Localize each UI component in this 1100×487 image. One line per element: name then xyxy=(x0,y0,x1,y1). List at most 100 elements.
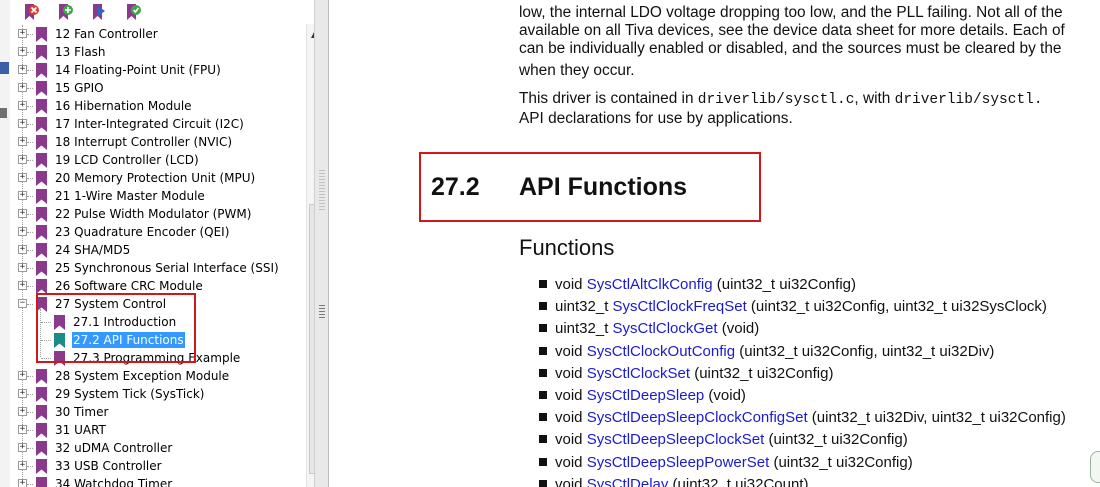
bookmark-label: 34 Watchdog Timer xyxy=(55,477,173,487)
bookmark-item[interactable]: +21 1-Wire Master Module xyxy=(10,187,300,205)
bookmark-item[interactable]: +13 Flash xyxy=(10,43,300,61)
expand-icon[interactable]: + xyxy=(18,47,27,56)
function-args: (uint32_t ui32Config) xyxy=(764,431,908,448)
expand-icon[interactable]: + xyxy=(18,389,27,398)
tree-connector-line xyxy=(27,52,33,53)
tree-connector-line xyxy=(27,124,33,125)
expand-icon[interactable]: + xyxy=(18,371,27,380)
expand-icon[interactable]: + xyxy=(18,29,27,38)
bullet-square-icon xyxy=(539,324,547,332)
function-link[interactable]: SysCtlAltClkConfig xyxy=(587,276,713,293)
floating-widget-icon[interactable] xyxy=(1090,451,1100,483)
function-link[interactable]: SysCtlClockOutConfig xyxy=(587,343,735,360)
bookmark-item[interactable]: +34 Watchdog Timer xyxy=(10,475,300,487)
expand-icon[interactable]: + xyxy=(18,245,27,254)
comments-panel-icon[interactable] xyxy=(0,108,7,118)
function-link[interactable]: SysCtlDeepSleep xyxy=(587,387,705,404)
bookmark-item[interactable]: +30 Timer xyxy=(10,403,300,421)
expand-icon[interactable]: + xyxy=(18,137,27,146)
expand-icon[interactable]: + xyxy=(18,281,27,290)
body-text-line: when they occur. xyxy=(519,62,635,79)
expand-icon[interactable]: + xyxy=(18,209,27,218)
expand-bookmark-icon[interactable] xyxy=(90,3,108,21)
bookmark-item[interactable]: +28 System Exception Module xyxy=(10,367,300,385)
bookmark-item[interactable]: +16 Hibernation Module xyxy=(10,97,300,115)
function-link[interactable]: SysCtlDelay xyxy=(587,476,669,487)
function-return-type: void xyxy=(555,343,587,360)
bookmark-item[interactable]: +22 Pulse Width Modulator (PWM) xyxy=(10,205,300,223)
bookmark-item[interactable]: +18 Interrupt Controller (NVIC) xyxy=(10,133,300,151)
expand-icon[interactable]: + xyxy=(18,101,27,110)
expand-icon[interactable]: + xyxy=(18,461,27,470)
find-bookmark-icon[interactable] xyxy=(124,3,142,21)
tree-connector-line xyxy=(27,286,33,287)
function-link[interactable]: SysCtlDeepSleepClockSet xyxy=(587,431,765,448)
driver-source-file: driverlib/sysctl.c xyxy=(697,92,855,108)
driver-text: This driver is contained in xyxy=(519,90,698,107)
bookmark-item[interactable]: +15 GPIO xyxy=(10,79,300,97)
bookmark-icon xyxy=(36,135,47,150)
bookmark-item[interactable]: +29 System Tick (SysTick) xyxy=(10,385,300,403)
function-list-item: void SysCtlDeepSleepClockConfigSet (uint… xyxy=(539,409,1066,427)
bookmark-icon xyxy=(36,369,47,384)
bookmark-item[interactable]: +24 SHA/MD5 xyxy=(10,241,300,259)
bookmark-item[interactable]: +17 Inter-Integrated Circuit (I2C) xyxy=(10,115,300,133)
bookmark-item[interactable]: +14 Floating-Point Unit (FPU) xyxy=(10,61,300,79)
new-bookmark-icon[interactable] xyxy=(56,3,74,21)
bullet-square-icon xyxy=(539,347,547,355)
bookmark-item[interactable]: +31 UART xyxy=(10,421,300,439)
expand-icon[interactable]: + xyxy=(18,425,27,434)
bookmark-item[interactable]: +12 Fan Controller xyxy=(10,25,300,43)
bookmark-item[interactable]: +25 Synchronous Serial Interface (SSI) xyxy=(10,259,300,277)
function-link[interactable]: SysCtlClockGet xyxy=(613,320,718,337)
bullet-square-icon xyxy=(539,435,547,443)
tree-connector-line xyxy=(27,232,33,233)
expand-icon[interactable]: + xyxy=(18,407,27,416)
pages-panel-icon[interactable] xyxy=(0,62,9,74)
bookmark-item[interactable]: +32 uDMA Controller xyxy=(10,439,300,457)
driver-text: , with xyxy=(854,90,895,107)
expand-icon[interactable]: + xyxy=(18,479,27,487)
bookmark-label: 20 Memory Protection Unit (MPU) xyxy=(55,171,256,185)
expand-icon[interactable]: + xyxy=(18,65,27,74)
bookmark-item[interactable]: +23 Quadrature Encoder (QEI) xyxy=(10,223,300,241)
function-list-item: void SysCtlAltClkConfig (uint32_t ui32Co… xyxy=(539,276,856,294)
bookmark-label: 24 SHA/MD5 xyxy=(55,243,131,257)
document-page: low, the internal LDO voltage dropping t… xyxy=(329,0,1100,487)
bookmark-label: 31 UART xyxy=(55,423,106,437)
collapse-icon[interactable]: − xyxy=(18,299,27,308)
bookmark-icon xyxy=(36,459,47,474)
bookmark-icon xyxy=(36,99,47,114)
bookmark-item[interactable]: +19 LCD Controller (LCD) xyxy=(10,151,300,169)
function-list-item: void SysCtlDelay (uint32_t ui32Count) xyxy=(539,476,808,487)
function-link[interactable]: SysCtlClockFreqSet xyxy=(613,298,747,315)
expand-icon[interactable]: + xyxy=(18,83,27,92)
expand-icon[interactable]: + xyxy=(18,119,27,128)
splitter-grip-icon[interactable] xyxy=(319,305,325,319)
expand-icon[interactable]: + xyxy=(18,191,27,200)
function-return-type: void xyxy=(555,476,587,487)
function-link[interactable]: SysCtlClockSet xyxy=(587,365,690,382)
expand-icon[interactable]: + xyxy=(18,263,27,272)
expand-icon[interactable]: + xyxy=(18,443,27,452)
bookmark-icon xyxy=(36,153,47,168)
expand-icon[interactable]: + xyxy=(18,155,27,164)
bullet-square-icon xyxy=(539,369,547,377)
bookmark-icon xyxy=(36,405,47,420)
bookmark-item[interactable]: +20 Memory Protection Unit (MPU) xyxy=(10,169,300,187)
expand-icon[interactable]: + xyxy=(18,227,27,236)
function-link[interactable]: SysCtlDeepSleepClockConfigSet xyxy=(587,409,808,426)
delete-bookmark-icon[interactable] xyxy=(22,3,40,21)
function-return-type: void xyxy=(555,276,587,293)
bookmarks-pane: +12 Fan Controller +13 Flash +14 Floating-… xyxy=(10,0,314,487)
function-list-item: void SysCtlDeepSleepClockSet (uint32_t u… xyxy=(539,431,908,449)
bookmark-icon xyxy=(36,441,47,456)
function-link[interactable]: SysCtlDeepSleepPowerSet xyxy=(587,454,770,471)
pane-splitter[interactable] xyxy=(314,0,329,487)
bullet-square-icon xyxy=(539,458,547,466)
bookmark-label: 19 LCD Controller (LCD) xyxy=(55,153,199,167)
bookmark-item[interactable]: +33 USB Controller xyxy=(10,457,300,475)
expand-icon[interactable]: + xyxy=(18,173,27,182)
bookmarks-scrollbar[interactable]: ▲ xyxy=(306,24,314,487)
function-return-type: void xyxy=(555,431,587,448)
